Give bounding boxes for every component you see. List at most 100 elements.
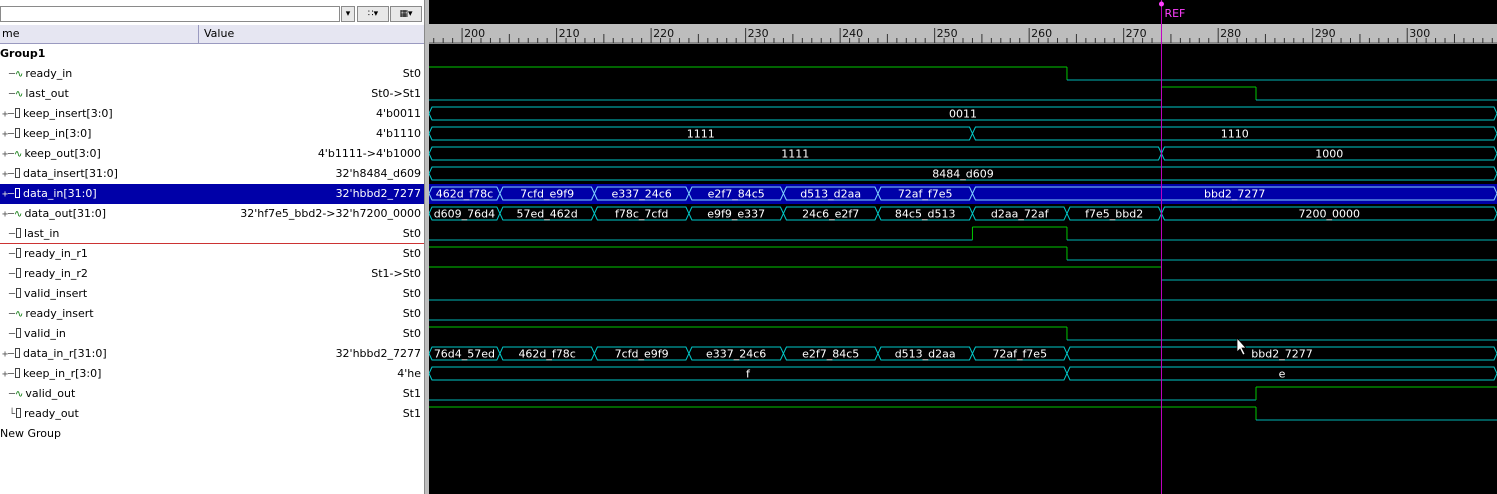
signal-row[interactable]: +─ data_insert[31:0] 32'h8484_d609 bbox=[0, 164, 424, 184]
signal-search-field[interactable] bbox=[0, 6, 340, 22]
tree-connector[interactable]: +─ bbox=[0, 349, 14, 360]
ruler-tick-label: 280 bbox=[1220, 27, 1241, 40]
signal-name: keep_in_r[3:0] bbox=[23, 367, 102, 380]
signal-name-cell: ─∿ last_out bbox=[0, 84, 69, 104]
signal-name-cell: +─ keep_in_r[3:0] bbox=[0, 364, 101, 384]
bus-value-label: 1000 bbox=[1315, 148, 1343, 161]
new-group-row[interactable]: New Group bbox=[0, 424, 424, 444]
signal-name-cell: +─ data_in_r[31:0] bbox=[0, 344, 107, 364]
signal-row[interactable]: +─∿ data_out[31:0] 32'hf7e5_bbd2->32'h7200… bbox=[0, 204, 424, 224]
bus-value-label: e2f7_84c5 bbox=[802, 348, 859, 361]
signal-value: 4'b1111->4'b1000 bbox=[317, 147, 421, 160]
signal-row[interactable]: ─∿ valid_out St1 bbox=[0, 384, 424, 404]
bus-value-label: f7e5_bbd2 bbox=[1085, 208, 1143, 221]
signal-row[interactable]: +─ keep_in_r[3:0] 4'he bbox=[0, 364, 424, 384]
signal-wave-icon: ∿ bbox=[14, 209, 23, 220]
signal-row[interactable]: ─ valid_insert St0 bbox=[0, 284, 424, 304]
dropdown-button[interactable]: ▾ bbox=[341, 6, 355, 22]
signal-name-cell: ─ last_in bbox=[0, 224, 59, 244]
cursor-label: REF bbox=[1164, 7, 1185, 20]
format-button[interactable]: ▦▾ bbox=[390, 6, 422, 22]
signal-wave-icon: ∿ bbox=[15, 89, 24, 100]
tree-connector: ─ bbox=[9, 289, 16, 300]
ruler-tick-label: 250 bbox=[937, 27, 958, 40]
cursor-handle[interactable] bbox=[1158, 1, 1164, 7]
signal-name: ready_in bbox=[25, 67, 73, 80]
ruler-tick-label: 270 bbox=[1126, 27, 1147, 40]
tree-connector: ─ bbox=[9, 249, 16, 260]
signal-wave-icon: ∿ bbox=[15, 69, 24, 80]
group-row[interactable]: Group1 bbox=[0, 44, 424, 64]
signal-value: 32'hbbd2_7277 bbox=[335, 187, 421, 200]
signal-vector-icon bbox=[15, 168, 21, 178]
tree-connector[interactable]: +─ bbox=[0, 169, 14, 180]
tree-connector: ─ bbox=[9, 389, 16, 400]
radix-button[interactable]: ∷▾ bbox=[357, 6, 389, 22]
bus-value-label: 7200_0000 bbox=[1298, 208, 1360, 221]
signal-vector-icon bbox=[16, 408, 22, 418]
signal-value: St0->St1 bbox=[371, 87, 421, 100]
bus-value-label: 24c6_e2f7 bbox=[802, 208, 859, 221]
value-column-header[interactable]: Value bbox=[202, 25, 234, 43]
signal-vector-icon bbox=[16, 268, 22, 278]
signal-row[interactable]: +─ keep_in[3:0] 4'b1110 bbox=[0, 124, 424, 144]
bus-value-label: 462d_f78c bbox=[436, 188, 493, 201]
signal-row[interactable]: ─ last_in St0 bbox=[0, 224, 424, 244]
tree-connector: ─ bbox=[9, 269, 16, 280]
signal-list-panel: ▾ ∷▾ ▦▾ me Value Group1 ─∿ ready_in St0 ─∿ l… bbox=[0, 0, 425, 494]
tree-connector[interactable]: +─ bbox=[0, 369, 14, 380]
waveform-canvas[interactable]: 200 210 220 230 240 250 260 270 280 290 300 0011 111… bbox=[429, 0, 1497, 494]
tree-connector[interactable]: +─ bbox=[0, 149, 14, 160]
signal-row[interactable]: +─∿ keep_out[3:0] 4'b1111->4'b1000 bbox=[0, 144, 424, 164]
waveform-panel[interactable]: 200 210 220 230 240 250 260 270 280 290 300 0011 111… bbox=[429, 0, 1497, 494]
signal-row[interactable]: ─∿ ready_insert St0 bbox=[0, 304, 424, 324]
tree-connector[interactable]: +─ bbox=[0, 209, 14, 220]
signal-row[interactable]: ─∿ ready_in St0 bbox=[0, 64, 424, 84]
signal-name-cell: ─ ready_in_r1 bbox=[0, 244, 88, 264]
signal-row[interactable]: ─ valid_in St0 bbox=[0, 324, 424, 344]
signal-name: data_in_r[31:0] bbox=[23, 347, 107, 360]
bus-value-label: e bbox=[1279, 368, 1286, 381]
signal-name: last_out bbox=[25, 87, 69, 100]
ruler-tick-label: 240 bbox=[842, 27, 863, 40]
signal-name-cell: +─∿ data_out[31:0] bbox=[0, 204, 106, 224]
name-column-header[interactable]: me bbox=[0, 25, 199, 43]
signal-value: St1 bbox=[402, 407, 421, 420]
signal-wave-icon: ∿ bbox=[15, 389, 24, 400]
signal-value: 4'he bbox=[397, 367, 421, 380]
signal-row[interactable]: ─ ready_in_r2 St1->St0 bbox=[0, 264, 424, 284]
signal-vector-icon bbox=[15, 348, 21, 358]
signal-value: St0 bbox=[402, 247, 421, 260]
signal-name: ready_in_r2 bbox=[24, 267, 88, 280]
bus-value-label: 7cfd_e9f9 bbox=[520, 188, 574, 201]
bus-value-label: bbd2_7277 bbox=[1251, 348, 1312, 361]
signal-name: data_insert[31:0] bbox=[23, 167, 118, 180]
signal-value: 32'hf7e5_bbd2->32'h7200_0000 bbox=[240, 207, 421, 220]
signal-name-cell: +─∿ keep_out[3:0] bbox=[0, 144, 101, 164]
signal-row[interactable]: ─∿ last_out St0->St1 bbox=[0, 84, 424, 104]
signal-vector-icon bbox=[15, 128, 21, 138]
signal-name-cell: ─ valid_in bbox=[0, 324, 66, 344]
signal-row[interactable]: +─ data_in_r[31:0] 32'hbbd2_7277 bbox=[0, 344, 424, 364]
signal-name-cell: ─∿ ready_in bbox=[0, 64, 72, 84]
row-separator bbox=[0, 243, 424, 244]
signal-name-cell: ─ ready_in_r2 bbox=[0, 264, 88, 284]
tree-connector[interactable]: +─ bbox=[0, 129, 14, 140]
signal-name-cell: ─ valid_insert bbox=[0, 284, 87, 304]
bus-value-label: e2f7_84c5 bbox=[708, 188, 765, 201]
ruler-tick-label: 290 bbox=[1315, 27, 1336, 40]
bus-value-label: d2aa_72af bbox=[991, 208, 1050, 221]
new-group-label: New Group bbox=[0, 427, 61, 440]
column-header: me Value bbox=[0, 25, 424, 44]
signal-row[interactable]: +─ keep_insert[3:0] 4'b0011 bbox=[0, 104, 424, 124]
bus-value-label: d609_76d4 bbox=[434, 208, 495, 221]
signal-row[interactable]: ─ ready_in_r1 St0 bbox=[0, 244, 424, 264]
signal-row[interactable]: +─ data_in[31:0] 32'hbbd2_7277 bbox=[0, 184, 424, 204]
signal-value: 32'h8484_d609 bbox=[335, 167, 421, 180]
tree-connector: └ bbox=[9, 409, 16, 420]
tree-connector[interactable]: +─ bbox=[0, 189, 14, 200]
signal-row[interactable]: └ ready_out St1 bbox=[0, 404, 424, 424]
tree-connector[interactable]: +─ bbox=[0, 109, 14, 120]
bus-value-label: e9f9_e337 bbox=[707, 208, 765, 221]
tree-connector: ─ bbox=[9, 69, 16, 80]
